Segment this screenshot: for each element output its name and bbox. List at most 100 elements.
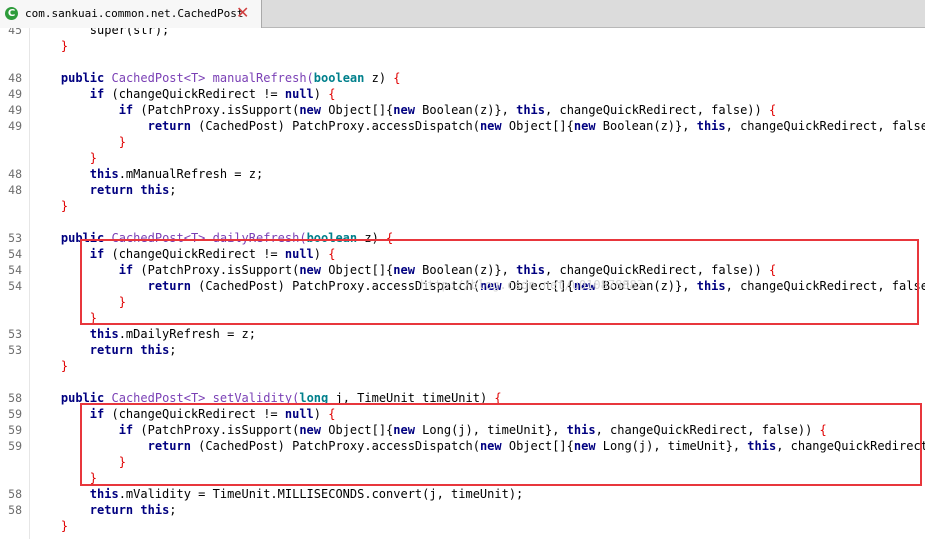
line-number: 54 <box>8 263 22 277</box>
code-token: return <box>89 503 134 517</box>
tab-title: com.sankuai.common.net.CachedPost <box>25 7 244 20</box>
code-token: Object[]{ <box>501 119 574 133</box>
line-number: 49 <box>8 87 22 101</box>
line-number: 58 <box>8 487 22 501</box>
code-token: this <box>696 119 726 133</box>
code-token: new <box>299 103 322 117</box>
line-number: 54 <box>8 247 22 261</box>
code-token: if <box>89 87 105 101</box>
code-token: ; <box>169 183 177 197</box>
code-editor[interactable]: 45 48 49 49 49 48 48 53 54 54 54 53 53 58 59 59 59 58 58 s… <box>0 28 925 539</box>
code-line: if (changeQuickRedirect != null) { <box>32 86 336 102</box>
line-number: 59 <box>8 439 22 453</box>
code-token: Object[]{ <box>321 103 394 117</box>
code-token: new <box>479 119 502 133</box>
code-token: new <box>573 119 596 133</box>
code-token: this <box>89 167 119 181</box>
code-token: } <box>60 199 69 213</box>
code-line: return this; <box>32 502 177 518</box>
line-number: 59 <box>8 423 22 437</box>
line-number: 54 <box>8 279 22 293</box>
line-number: 59 <box>8 407 22 421</box>
code-token: } <box>60 359 69 373</box>
line-number: 49 <box>8 103 22 117</box>
code-token: (CachedPost) PatchProxy.accessDispatch( <box>190 119 480 133</box>
code-token: , changeQuickRedirect, false); <box>725 119 925 133</box>
code-token: ; <box>169 503 177 517</box>
line-number: 53 <box>8 327 22 341</box>
code-token: { <box>328 87 336 101</box>
code-token: ; <box>169 343 177 357</box>
class-c-icon: C <box>5 7 18 20</box>
line-number: 58 <box>8 391 22 405</box>
code-token: this <box>89 327 119 341</box>
code-token: null <box>284 87 314 101</box>
line-number: 58 <box>8 503 22 517</box>
code-token: public <box>60 71 105 85</box>
code-line: if (PatchProxy.isSupport(new Object[]{ne… <box>32 102 777 118</box>
highlight-box-daily-refresh <box>80 239 919 325</box>
code-token: } <box>60 39 69 53</box>
code-token: CachedPost<T> <box>104 71 213 85</box>
code-line: } <box>32 518 68 534</box>
code-token: this <box>140 343 170 357</box>
code-token: } <box>118 135 126 149</box>
code-line: super(str); <box>32 28 169 38</box>
highlight-box-set-validity <box>80 403 922 486</box>
code-line: } <box>32 38 68 54</box>
code-line: } <box>32 150 97 166</box>
close-icon[interactable]: ✕ <box>236 4 249 22</box>
tab-cachedpost[interactable]: C com.sankuai.common.net.CachedPost ✕ <box>0 0 262 29</box>
code-token: .mDailyRefresh = z; <box>118 327 256 341</box>
line-number: 53 <box>8 231 22 245</box>
code-token: Boolean(z)}, <box>595 119 697 133</box>
editor-tab-bar: C com.sankuai.common.net.CachedPost ✕ <box>0 0 925 29</box>
code-token: } <box>60 519 69 533</box>
code-line: return this; <box>32 342 177 358</box>
code-token: } <box>89 151 98 165</box>
code-token: return <box>89 183 134 197</box>
code-line: return this; <box>32 182 177 198</box>
code-line: } <box>32 134 126 150</box>
code-token: return <box>147 119 191 133</box>
code-line: this.mValidity = TimeUnit.MILLISECONDS.c… <box>32 486 523 502</box>
code-token: (changeQuickRedirect != <box>104 87 285 101</box>
code-token: boolean <box>313 71 365 85</box>
gutter-divider <box>29 28 30 539</box>
code-line: } <box>32 198 68 214</box>
code-token: { <box>393 71 401 85</box>
code-line: return (CachedPost) PatchProxy.accessDis… <box>32 118 925 134</box>
code-token: this <box>516 103 546 117</box>
code-token: this <box>140 503 170 517</box>
code-token: .mValidity = TimeUnit.MILLISECONDS.conve… <box>118 487 524 501</box>
code-line: this.mManualRefresh = z; <box>32 166 263 182</box>
line-number: 48 <box>8 183 22 197</box>
code-token: Boolean(z)}, <box>414 103 517 117</box>
line-number: 45 <box>8 28 22 37</box>
code-line: this.mDailyRefresh = z; <box>32 326 256 342</box>
code-token: ) <box>313 87 329 101</box>
line-number-gutter: 45 48 49 49 49 48 48 53 54 54 54 53 53 58 59 59 59 58 58 <box>0 28 28 539</box>
code-token: (PatchProxy.isSupport( <box>133 103 300 117</box>
line-number: 48 <box>8 167 22 181</box>
code-line: } <box>32 358 68 374</box>
code-token: this <box>140 183 170 197</box>
line-number: 48 <box>8 71 22 85</box>
code-token: return <box>89 343 134 357</box>
code-token: super(str); <box>32 28 170 37</box>
code-token: .mManualRefresh = z; <box>118 167 264 181</box>
code-token: new <box>393 103 415 117</box>
